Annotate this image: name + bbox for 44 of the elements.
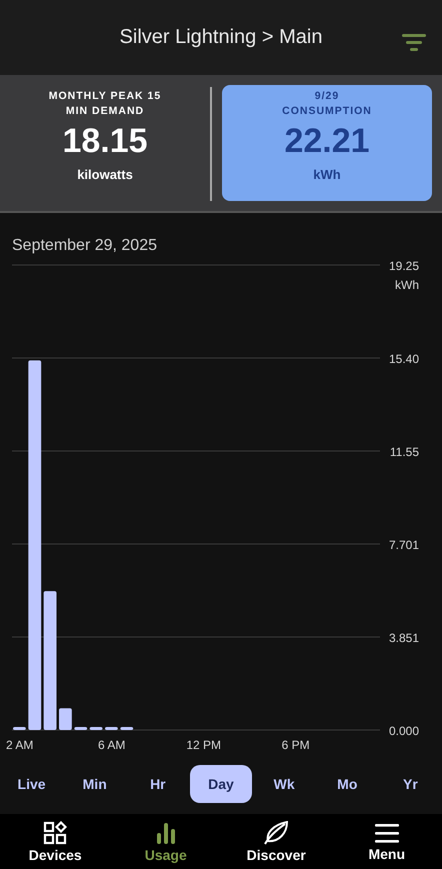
chart-bar bbox=[59, 708, 72, 730]
x-axis-label: 2 AM bbox=[6, 738, 34, 752]
metric-card[interactable]: MONTHLY PEAK 15 MIN DEMAND 18.15 kilowatts bbox=[0, 85, 210, 201]
y-axis-label: 11.55 bbox=[390, 445, 419, 459]
metric-card[interactable]: 9/29 CONSUMPTION 22.21 kWh bbox=[222, 85, 432, 201]
x-axis-label: 6 AM bbox=[98, 738, 126, 752]
chart-bar bbox=[90, 727, 102, 730]
period-tab[interactable]: Mo bbox=[316, 765, 378, 803]
metric-label: MONTHLY PEAK 15 bbox=[48, 89, 162, 104]
nav-tab[interactable]: Discover bbox=[221, 814, 332, 869]
x-axis-label: 12 PM bbox=[186, 738, 221, 752]
chart-bar bbox=[120, 727, 134, 730]
y-axis-label: 7.701 bbox=[388, 538, 419, 552]
page-title: Silver Lightning > Main bbox=[120, 26, 322, 49]
chart-bar bbox=[13, 727, 26, 730]
y-axis-unit: kWh bbox=[395, 278, 419, 292]
metric-unit: kWh bbox=[313, 167, 341, 182]
nav-tab[interactable]: Usage bbox=[110, 814, 221, 869]
x-axis-label: 6 PM bbox=[282, 738, 310, 752]
period-tab[interactable]: Yr bbox=[379, 765, 442, 803]
period-tab[interactable]: Wk bbox=[253, 765, 316, 803]
y-axis-label: 19.25 bbox=[388, 259, 419, 273]
chart-date: September 29, 2025 bbox=[12, 237, 158, 255]
grid-icon bbox=[43, 820, 68, 844]
metric-value: 18.15 bbox=[62, 121, 148, 161]
chart-bar bbox=[74, 727, 88, 730]
metric-value: 22.21 bbox=[284, 121, 370, 161]
nav-tab[interactable]: Menu bbox=[332, 814, 442, 869]
metric-label: 9/29 bbox=[314, 89, 340, 104]
period-tab[interactable]: Live bbox=[0, 765, 63, 803]
leaf-icon bbox=[263, 820, 290, 844]
period-tab[interactable]: Day bbox=[190, 765, 252, 803]
nav-tab[interactable]: Devices bbox=[0, 814, 110, 869]
menu-icon bbox=[374, 822, 400, 844]
y-axis-label: 15.40 bbox=[388, 352, 419, 366]
filter-icon[interactable] bbox=[402, 34, 426, 52]
y-axis-label: 0.000 bbox=[388, 724, 419, 738]
period-tab[interactable]: Min bbox=[64, 765, 126, 803]
period-tab[interactable]: Hr bbox=[126, 765, 189, 803]
metric-unit: kilowatts bbox=[77, 167, 133, 182]
chart-bar bbox=[105, 727, 118, 730]
metric-label: CONSUMPTION bbox=[282, 104, 372, 119]
y-axis-label: 3.851 bbox=[388, 630, 419, 645]
metric-label: MIN DEMAND bbox=[66, 104, 144, 119]
